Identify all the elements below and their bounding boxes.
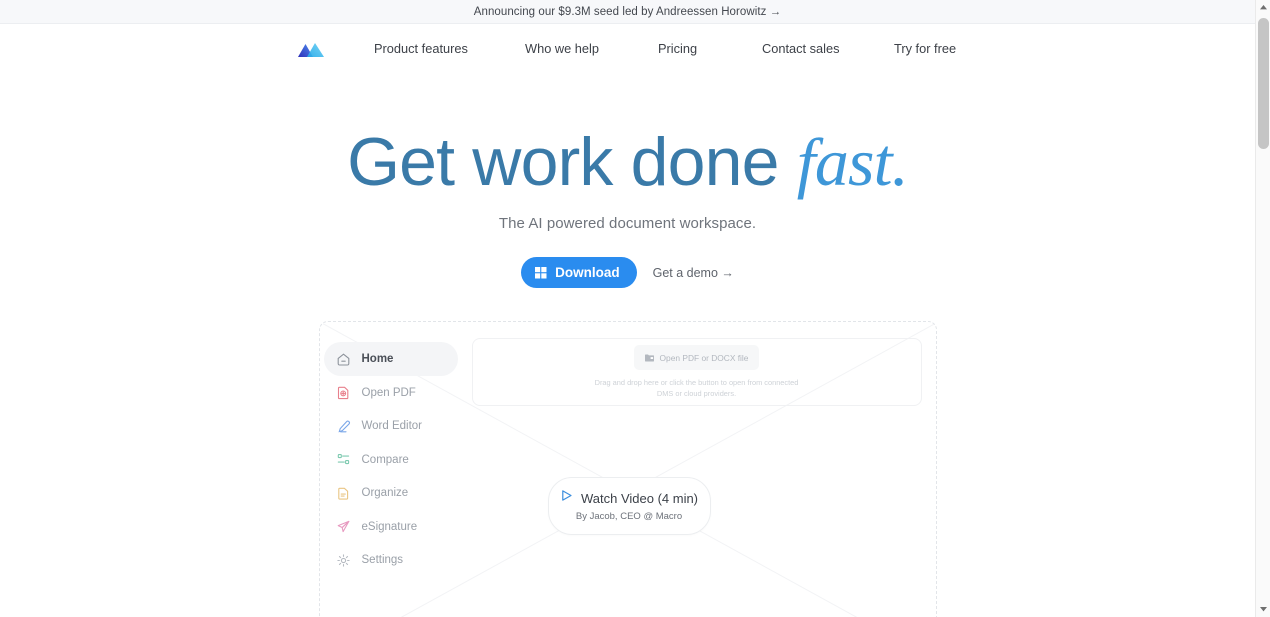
browser-page: Announcing our $9.3M seed led by Andrees… — [0, 0, 1270, 617]
sidebar-item-settings[interactable]: Settings — [324, 543, 458, 577]
pen-edit-icon — [336, 419, 351, 434]
sidebar-label-organize: Organize — [361, 487, 409, 500]
watch-video-card[interactable]: Watch Video (4 min) By Jacob, CEO @ Macr… — [547, 477, 711, 536]
announcement-banner[interactable]: Announcing our $9.3M seed led by Andrees… — [0, 0, 1255, 24]
hero-headline: Get work done fast. — [0, 127, 1255, 197]
sidebar-label-open-pdf: Open PDF — [361, 386, 416, 399]
open-file-button[interactable]: Open PDF or DOCX file — [633, 345, 760, 371]
sidebar-label-word-editor: Word Editor — [361, 420, 423, 433]
windows-icon — [535, 266, 547, 279]
file-dropzone[interactable]: Open PDF or DOCX file Drag and drop here… — [471, 338, 922, 407]
hero-headline-main: Get work done — [347, 124, 779, 200]
sidebar-item-compare[interactable]: Compare — [324, 443, 458, 477]
folder-upload-icon — [644, 350, 654, 365]
hero-subtitle: The AI powered document workspace. — [498, 215, 757, 233]
sidebar-label-compare: Compare — [361, 453, 409, 466]
hero-section: Get work done fast. The AI powered docum… — [0, 73, 1255, 289]
nav-link-pricing[interactable]: Pricing — [658, 41, 762, 56]
sidebar-item-word-editor[interactable]: Word Editor — [324, 409, 458, 443]
sidebar-label-settings: Settings — [361, 554, 404, 567]
main-navigation: Product features Who we help Pricing Con… — [0, 24, 1255, 73]
gear-icon — [336, 553, 351, 568]
scroll-up-button[interactable] — [1256, 0, 1270, 15]
sidebar-label-esignature: eSignature — [361, 520, 418, 533]
sidebar-item-organize[interactable]: Organize — [324, 476, 458, 510]
document-icon — [336, 486, 351, 501]
play-icon — [560, 489, 573, 507]
app-mockup: Home Open PDF Word Editor Compare Organi… — [318, 321, 937, 617]
open-file-button-label: Open PDF or DOCX file — [659, 352, 749, 363]
sidebar-item-open-pdf[interactable]: Open PDF — [324, 376, 458, 410]
download-button-label: Download — [555, 265, 620, 281]
watch-video-subtitle: By Jacob, CEO @ Macro — [575, 511, 683, 523]
hero-cta-group: Download Get a demo → — [0, 257, 1255, 289]
sidebar-item-home[interactable]: Home — [323, 342, 458, 376]
vertical-scrollbar[interactable] — [1255, 0, 1270, 617]
pdf-file-icon — [336, 385, 351, 400]
app-sidebar: Home Open PDF Word Editor Compare Organi… — [320, 322, 468, 617]
download-button[interactable]: Download — [521, 257, 637, 289]
page-viewport: Announcing our $9.3M seed led by Andrees… — [0, 0, 1255, 617]
nav-link-try-for-free[interactable]: Try for free — [894, 41, 974, 56]
nav-links: Product features Who we help Pricing Con… — [374, 41, 974, 56]
nav-link-contact-sales[interactable]: Contact sales — [762, 41, 894, 56]
get-a-demo-link[interactable]: Get a demo → — [653, 266, 734, 280]
announcement-text: Announcing our $9.3M seed led by Andrees… — [473, 5, 782, 18]
sidebar-item-esignature[interactable]: eSignature — [324, 510, 458, 544]
sidebar-label-home: Home — [361, 353, 394, 366]
paper-plane-icon — [336, 519, 351, 534]
scroll-down-button[interactable] — [1256, 602, 1270, 617]
macro-logo-icon[interactable] — [296, 38, 326, 60]
nav-link-product-features[interactable]: Product features — [374, 41, 525, 56]
nav-link-who-we-help[interactable]: Who we help — [525, 41, 658, 56]
compare-icon — [336, 452, 351, 467]
home-icon — [336, 352, 351, 367]
dropzone-hint: Drag and drop here or click the button t… — [594, 378, 799, 399]
app-mockup-frame: Home Open PDF Word Editor Compare Organi… — [318, 321, 937, 617]
watch-video-title: Watch Video (4 min) — [580, 490, 699, 506]
hero-headline-accent: fast. — [796, 124, 909, 200]
app-main-panel: Open PDF or DOCX file Drag and drop here… — [468, 322, 936, 617]
scrollbar-thumb[interactable] — [1258, 18, 1269, 149]
